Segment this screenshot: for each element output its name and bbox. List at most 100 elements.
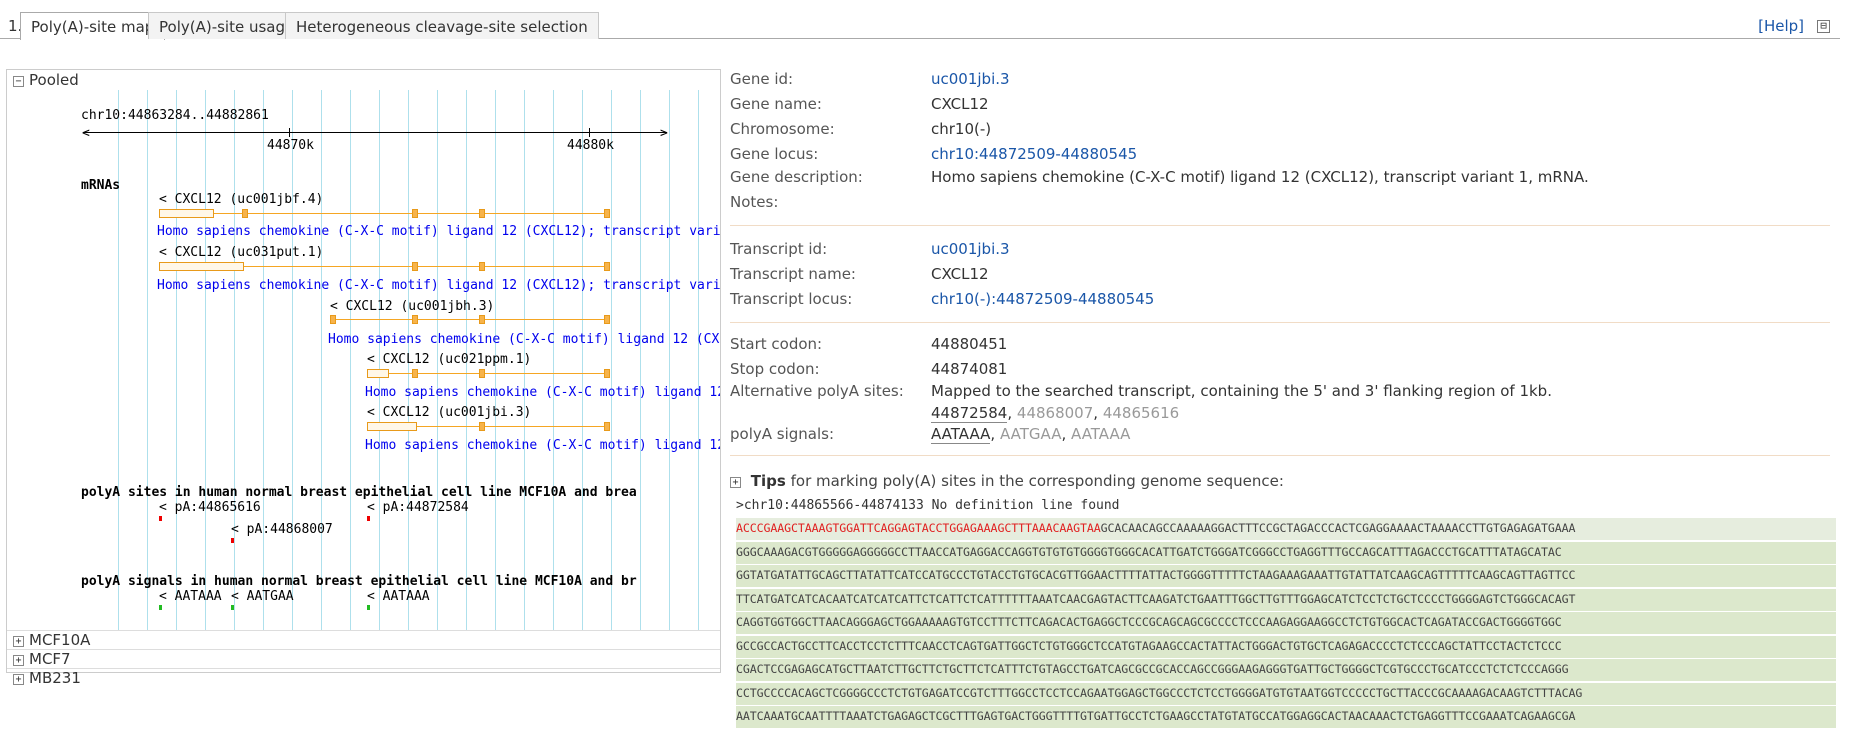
gene-id-label: Gene id: [730,70,794,88]
transcript-id-label: Transcript id: [730,240,828,258]
polya-site-label[interactable]: < pA:44872584 [367,500,469,515]
pooled-track-header[interactable]: − Pooled [7,70,720,90]
transcript-name[interactable]: < CXCL12 (uc001jbi.3) [367,405,531,420]
polya-signal-label[interactable]: < AATAAA [367,589,430,604]
genome-sequence: ACCCGAAGCTAAAGTGGATTCAGGAGTACCTGGAGAAAGC… [736,518,1836,730]
tips-row[interactable]: + Tips for marking poly(A) sites in the … [730,472,1284,490]
expand-plus-icon[interactable]: + [13,655,24,666]
polya-site-marker[interactable] [159,516,162,521]
transcript-description[interactable]: Homo sapiens chemokine (C-X-C motif) lig… [157,224,720,239]
alt-site[interactable]: 44865616 [1103,404,1179,422]
sequence-line: GGGCAAAGACGTGGGGGAGGGGGCCTTAACCATGAGGACC… [736,541,1836,564]
transcript-exon [330,315,336,324]
transcript-name-value: CXCL12 [931,265,989,283]
transcript-id-link[interactable]: uc001jbi.3 [931,240,1010,258]
track-mb231[interactable]: + MB231 [7,668,720,687]
transcript-description[interactable]: Homo sapiens chemokine (C-X-C motif) lig… [365,438,720,453]
sequence-line: GGTATGATATTGCAGCTTATATTCATCCATGCCCTGTACC… [736,565,1836,587]
transcript-exon [479,209,485,218]
gridline [698,90,699,630]
gridline [350,90,351,630]
polya-site-label[interactable]: < pA:44865616 [159,500,261,515]
transcript-name[interactable]: < CXCL12 (uc021ppm.1) [367,352,531,367]
sequence-line: ACCCGAAGCTAAAGTGGATTCAGGAGTACCTGGAGAAAGC… [736,518,1836,540]
ruler-left-arrow-icon: < [82,126,90,141]
sequence-text: GCACAACAGCCAAAAAGGACTTTCCGCTAGACCCACTCGA… [1100,521,1576,535]
track-mcf7[interactable]: + MCF7 [7,649,720,668]
polya-signals-label: polyA signals: [730,425,835,443]
polya-signal-marker[interactable] [231,605,234,610]
transcript-name[interactable]: < CXCL12 (uc001jbf.4) [159,192,323,207]
sequence-header: >chr10:44865566-44874133 No definition l… [736,498,1120,513]
polya-signal[interactable]: AATAAA [1071,425,1130,443]
polya-signal[interactable]: AATGAA [1000,425,1062,443]
gene-id-link[interactable]: uc001jbi.3 [931,70,1010,88]
gene-locus-link[interactable]: chr10:44872509-44880545 [931,145,1137,163]
sequence-line: CGACTCCGAGAGCATGCTTAATCTTGCTTCTGCTTCTCAT… [736,659,1836,681]
transcript-locus-link[interactable]: chr10(-):44872509-44880545 [931,290,1154,308]
polya-site-marker[interactable] [367,516,370,521]
chromosome-label: Chromosome: [730,120,835,138]
polya-signal-label[interactable]: < AATGAA [231,589,294,604]
transcript-exon [159,209,214,218]
stop-codon-label: Stop codon: [730,360,820,378]
track-mcf10a[interactable]: + MCF10A [7,630,720,649]
tips-bold: Tips [750,472,786,490]
sequence-line: TTCATGATCATCACAATCATCATCATTCTCATTCTCATTT… [736,588,1836,611]
gridline [669,90,670,630]
alt-site[interactable]: 44872584 [931,404,1008,423]
pooled-label: Pooled [29,71,79,89]
polya-site-label[interactable]: < pA:44868007 [231,522,333,537]
transcript-exon [412,262,418,271]
transcript-name[interactable]: < CXCL12 (uc001jbh.3) [330,299,494,314]
tab-polya-site-map[interactable]: Poly(A)-site map [20,12,166,40]
tips-text: for marking poly(A) sites in the corresp… [790,472,1284,490]
gridline [640,90,641,630]
help-link[interactable]: [Help] [1758,17,1804,35]
divider [730,322,1830,323]
polya-sites-track-title: polyA sites in human normal breast epith… [81,485,637,500]
polya-signals-track-title: polyA signals in human normal breast epi… [81,574,637,589]
polya-signal-marker[interactable] [159,605,162,610]
gridline [582,90,583,630]
transcript-exon [367,369,389,378]
chromosome-value: chr10(-) [931,120,992,138]
transcript-exon [479,422,485,431]
tab-heterogeneous-cleavage[interactable]: Heterogeneous cleavage-site selection [285,12,599,39]
transcript-exon [604,422,610,431]
transcript-description[interactable]: Homo sapiens chemokine (C-X-C motif) lig… [365,385,720,400]
polya-signal-marker[interactable] [367,605,370,610]
coordinate-range: chr10:44863284..44882861 [81,108,269,123]
transcript-intron-line [330,319,609,320]
alt-site[interactable]: 44868007 [1017,404,1093,422]
transcript-description[interactable]: Homo sapiens chemokine (C-X-C motif) lig… [328,332,720,347]
transcript-name[interactable]: < CXCL12 (uc031put.1) [159,245,323,260]
transcript-name-label: Transcript name: [730,265,856,283]
start-codon-label: Start codon: [730,335,823,353]
transcript-locus-label: Transcript locus: [730,290,853,308]
transcript-intron-line [367,373,609,374]
collapse-minus-icon[interactable]: − [13,76,24,87]
gridline [611,90,612,630]
expand-plus-icon[interactable]: + [13,674,24,685]
polya-signal[interactable]: AATAAA [931,425,991,444]
track-label: MB231 [29,669,81,687]
transcript-exon [604,262,610,271]
expand-plus-icon[interactable]: + [13,636,24,647]
alt-polya-sites-label: Alternative polyA sites: [730,382,904,400]
collapse-icon[interactable]: ⊟ [1817,20,1830,33]
polya-site-marker[interactable] [231,538,234,543]
tab-polya-site-usage[interactable]: Poly(A)-site usage [148,12,306,39]
genome-browser-panel: − Pooled chr10:44863284..44882861 < > 448… [6,69,721,687]
expand-plus-icon[interactable]: + [730,477,741,488]
polya-signal-label[interactable]: < AATAAA [159,589,222,604]
ruler-tick [589,128,590,137]
gene-name-value: CXCL12 [931,95,989,113]
polya-signals-list: AATAAA, AATGAA, AATAAA [931,425,1131,444]
transcript-exon [604,315,610,324]
transcript-description[interactable]: Homo sapiens chemokine (C-X-C motif) lig… [157,278,720,293]
transcript-exon [412,369,418,378]
sequence-line: AATCAAATGCAATTTTAAATCTGAGAGCTCGCTTTGAGTG… [736,706,1836,728]
transcript-intron-line [159,213,609,214]
tab-bar: 1. Poly(A)-site map Poly(A)-site usage H… [0,8,1840,40]
